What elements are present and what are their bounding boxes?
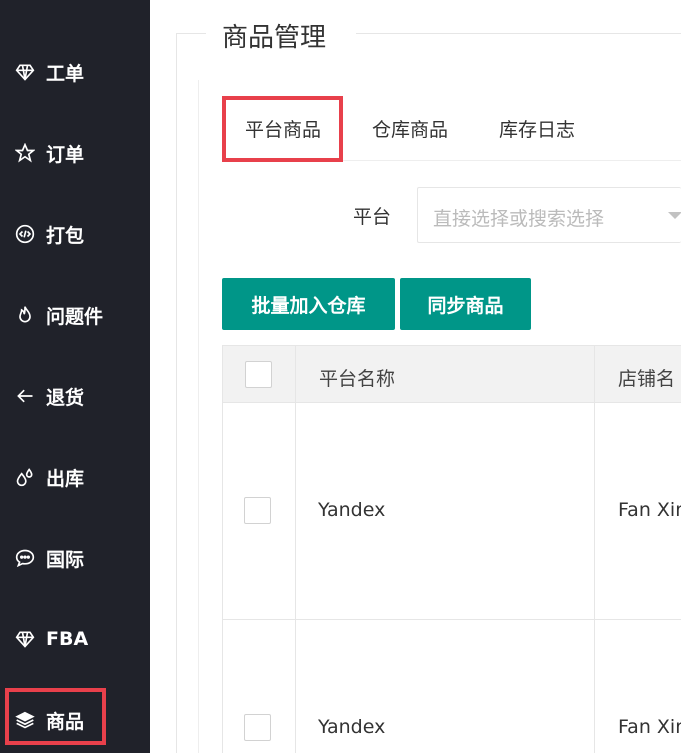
platform-name-cell: Yandex	[318, 716, 386, 738]
sidebar-item-tickets[interactable]: 工单	[0, 52, 150, 92]
code-icon	[14, 223, 36, 245]
tab-label: 平台商品	[245, 118, 322, 141]
sidebar-item-orders[interactable]: 订单	[0, 133, 150, 173]
platform-filter-label: 平台	[353, 206, 392, 228]
shop-name-cell: Fan Xin	[618, 716, 681, 738]
sync-products-button[interactable]: 同步商品	[400, 278, 531, 330]
sidebar-item-label: 国际	[46, 548, 85, 571]
table-header: 平台名称 店铺名	[222, 345, 681, 403]
tab-platform-products[interactable]: 平台商品	[245, 96, 321, 160]
column-header-shop: 店铺名	[618, 368, 676, 390]
sidebar-item-outbound[interactable]: 出库	[0, 457, 150, 497]
diamond-icon	[14, 61, 36, 83]
platform-select[interactable]: 直接选择或搜索选择	[417, 187, 681, 243]
select-all-checkbox[interactable]	[245, 361, 272, 388]
row-checkbox[interactable]	[244, 714, 271, 741]
tab-warehouse-products[interactable]: 仓库商品	[372, 96, 448, 160]
card-border	[198, 80, 199, 753]
arrow-left-icon	[14, 385, 36, 407]
sidebar-item-fba[interactable]: FBA	[0, 619, 150, 659]
tab-inventory-log[interactable]: 库存日志	[499, 96, 575, 160]
tab-bar: 平台商品 仓库商品 库存日志	[222, 96, 681, 162]
sidebar-item-label: 工单	[46, 62, 85, 85]
star-icon	[14, 142, 36, 164]
chat-icon	[14, 547, 36, 569]
sidebar-item-problems[interactable]: 问题件	[0, 295, 150, 335]
fire-icon	[14, 304, 36, 326]
column-header-platform: 平台名称	[319, 368, 396, 390]
sidebar-item-label: 打包	[46, 224, 85, 247]
batch-add-to-warehouse-button[interactable]: 批量加入仓库	[222, 278, 395, 330]
sidebar-item-packing[interactable]: 打包	[0, 214, 150, 254]
sidebar-item-label: FBA	[46, 628, 89, 650]
row-checkbox[interactable]	[244, 497, 271, 524]
sidebar-item-returns[interactable]: 退货	[0, 376, 150, 416]
sidebar: 工单 订单 打包 问题件 退货 出库 国际 FBA 商品	[0, 0, 150, 753]
fieldset-border	[176, 33, 206, 34]
sidebar-item-label: 退货	[46, 386, 85, 409]
select-placeholder: 直接选择或搜索选择	[433, 208, 605, 230]
sidebar-item-label: 问题件	[46, 305, 104, 328]
shop-name-cell: Fan Xin	[618, 499, 681, 521]
page-title: 商品管理	[222, 23, 327, 53]
platform-name-cell: Yandex	[318, 499, 386, 521]
sidebar-item-label: 出库	[46, 467, 85, 490]
sidebar-item-international[interactable]: 国际	[0, 538, 150, 578]
drops-icon	[14, 466, 36, 488]
sidebar-item-label: 订单	[46, 143, 85, 166]
active-item-highlight	[5, 688, 106, 745]
fieldset-border	[176, 33, 177, 753]
table-row[interactable]: Yandex Fan Xin	[222, 620, 681, 753]
table-row[interactable]: Yandex Fan Xin	[222, 403, 681, 620]
tab-label: 库存日志	[499, 118, 576, 141]
tab-label: 仓库商品	[372, 118, 449, 141]
fieldset-border	[356, 33, 681, 34]
products-table: 平台名称 店铺名 Yandex Fan Xin Yandex Fan Xin	[222, 345, 681, 753]
diamond-icon	[14, 628, 36, 650]
chevron-down-icon	[668, 212, 681, 219]
